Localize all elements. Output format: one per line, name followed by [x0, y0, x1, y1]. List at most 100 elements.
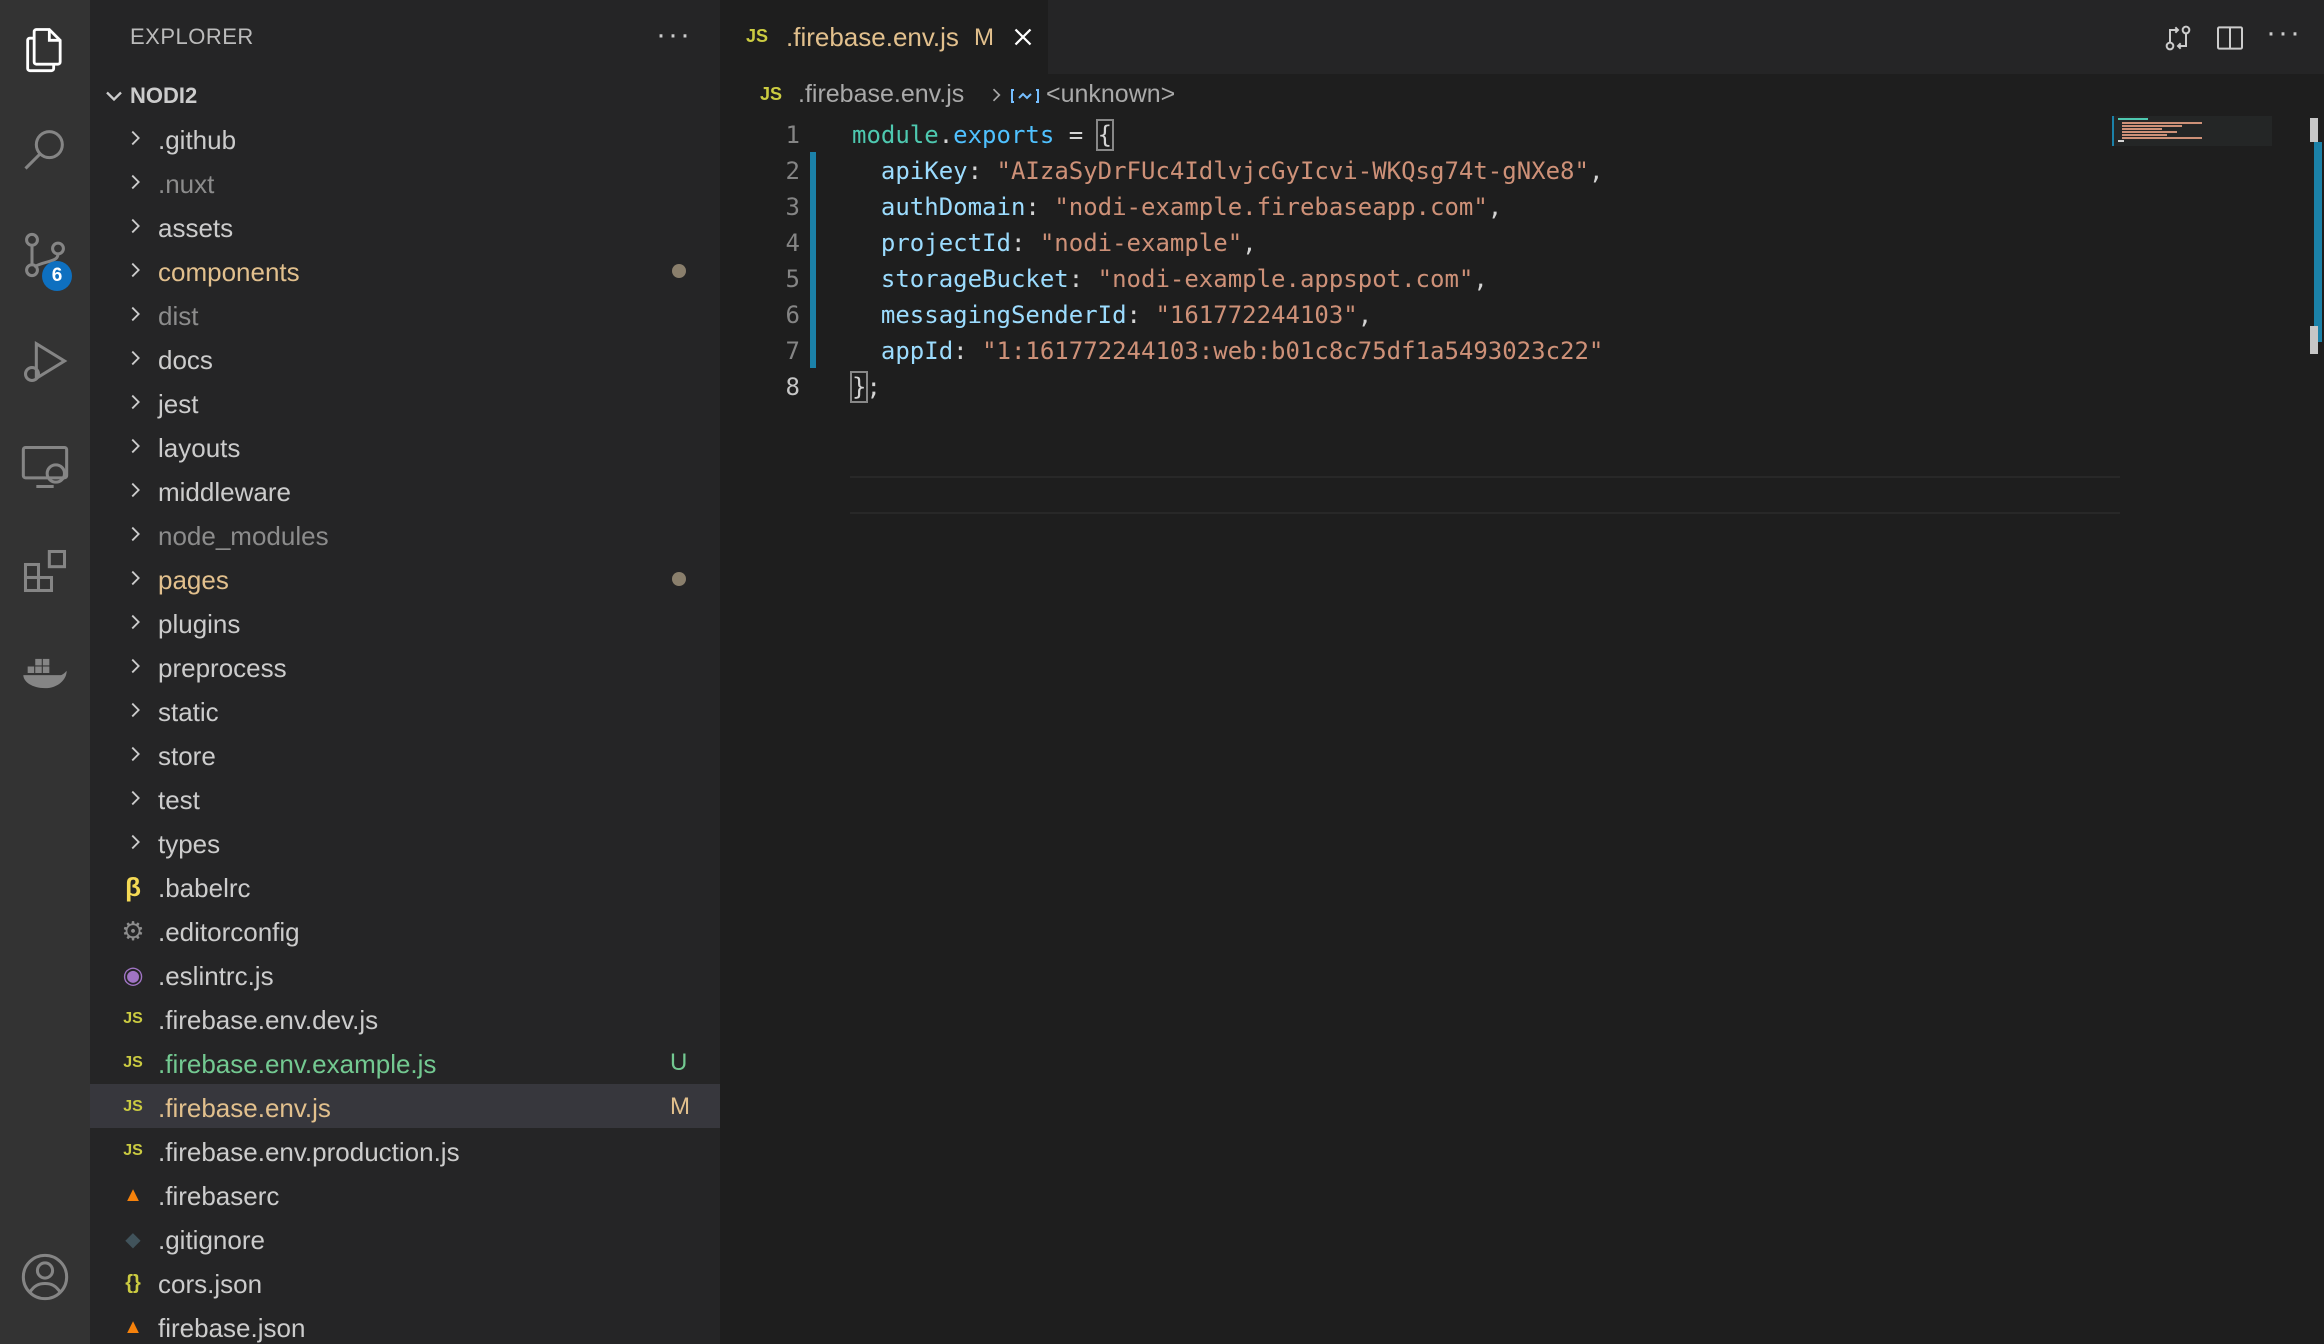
- code-token: "nodi-example": [1039, 229, 1243, 257]
- tab-firebase-env[interactable]: JS .firebase.env.js M: [720, 0, 1048, 74]
- tree-item-label: assets: [158, 213, 234, 243]
- js-icon: JS: [123, 1054, 143, 1071]
- tree-folder[interactable]: test: [90, 776, 720, 820]
- tree-item-label: node_modules: [158, 521, 329, 551]
- explorer-files-icon[interactable]: [0, 4, 90, 94]
- tree-folder[interactable]: .github: [90, 116, 720, 160]
- code-token: }: [849, 371, 869, 403]
- tree-item-label: layouts: [158, 433, 241, 463]
- tree-file[interactable]: ⚙ .editorconfig: [90, 908, 720, 952]
- chevron-right-icon: [992, 88, 1001, 102]
- git-status-badge: M: [670, 1093, 690, 1120]
- chevron-right-icon: [131, 526, 140, 542]
- js-icon: JS: [760, 84, 783, 104]
- account-icon[interactable]: [0, 1232, 90, 1322]
- line-number: 2: [785, 157, 800, 185]
- tree-folder[interactable]: middleware: [90, 468, 720, 512]
- close-icon[interactable]: [1008, 22, 1038, 52]
- breadcrumb-file[interactable]: .firebase.env.js: [798, 80, 964, 109]
- tab-bar: JS .firebase.env.js M ···: [720, 0, 2324, 74]
- line-source: messagingSenderId: "161772244103",: [852, 301, 1372, 329]
- chevron-right-icon: [131, 130, 140, 146]
- tree-folder[interactable]: docs: [90, 336, 720, 380]
- chevron-right-icon: [131, 394, 140, 410]
- code-token: ,: [1588, 157, 1604, 185]
- code-token: ;: [866, 373, 881, 401]
- tree-item-label: firebase.json: [158, 1313, 306, 1343]
- breadcrumb-symbol[interactable]: <unknown>: [1046, 80, 1175, 109]
- tree-file[interactable]: JS .firebase.env.production.js: [90, 1128, 720, 1172]
- line-number: 8: [785, 373, 800, 401]
- tree-file[interactable]: JS .firebase.env.js M: [90, 1084, 720, 1128]
- line-number: 5: [785, 265, 800, 293]
- code-token: :: [967, 157, 997, 185]
- code-token: storageBucket: [880, 265, 1069, 293]
- split-editor-icon[interactable]: [2214, 22, 2246, 54]
- code-line: 7 appId: "1:161772244103:web:b01c8c75df1…: [720, 332, 2120, 368]
- tree-folder[interactable]: pages: [90, 556, 720, 600]
- tree-item-label: docs: [158, 345, 213, 375]
- tree-file[interactable]: ▲ .firebaserc: [90, 1172, 720, 1216]
- tree-folder[interactable]: jest: [90, 380, 720, 424]
- minimap[interactable]: [2112, 116, 2272, 146]
- run-debug-icon[interactable]: [0, 316, 90, 406]
- tree-folder[interactable]: components: [90, 248, 720, 292]
- chevron-right-icon: [131, 262, 140, 278]
- tree-folder[interactable]: node_modules: [90, 512, 720, 556]
- code-line: 2 apiKey: "AIzaSyDrFUc4IdlvjcGyIcvi-WKQs…: [720, 152, 2120, 188]
- breadcrumb: JS .firebase.env.js <unknown>: [720, 74, 2324, 116]
- line-number: 7: [785, 337, 800, 365]
- tree-folder[interactable]: preprocess: [90, 644, 720, 688]
- tree-item-label: .nuxt: [158, 169, 215, 199]
- line-source: apiKey: "AIzaSyDrFUc4IdlvjcGyIcvi-WKQsg7…: [852, 157, 1603, 185]
- tree-folder[interactable]: layouts: [90, 424, 720, 468]
- vertical-scrollbar[interactable]: [2302, 116, 2324, 1344]
- chevron-right-icon: [131, 746, 140, 762]
- tree-folder[interactable]: static: [90, 688, 720, 732]
- line-source: module.exports = {: [852, 119, 1115, 151]
- tree-folder[interactable]: .nuxt: [90, 160, 720, 204]
- firebase-icon: ▲: [123, 1183, 143, 1206]
- tree-folder[interactable]: types: [90, 820, 720, 864]
- chevron-right-icon: [131, 570, 140, 586]
- tree-file[interactable]: β .babelrc: [90, 864, 720, 908]
- tree-item-label: jest: [158, 389, 199, 419]
- tree-item-label: .firebase.env.production.js: [158, 1137, 460, 1167]
- code-token: exports: [953, 121, 1055, 149]
- remote-explorer-icon[interactable]: [0, 422, 90, 512]
- project-root[interactable]: NODI2: [90, 76, 720, 116]
- code-token: projectId: [880, 229, 1011, 257]
- tree-file[interactable]: JS .firebase.env.dev.js: [90, 996, 720, 1040]
- explorer-header: EXPLORER ···: [90, 0, 720, 76]
- explorer-more-button[interactable]: ···: [656, 18, 692, 52]
- code-line: 6 messagingSenderId: "161772244103",: [720, 296, 2120, 332]
- tree-file[interactable]: ◆ .gitignore: [90, 1216, 720, 1260]
- chevron-right-icon: [131, 306, 140, 322]
- tree-file[interactable]: ▲ firebase.json: [90, 1304, 720, 1344]
- code-line: 5 storageBucket: "nodi-example.appspot.c…: [720, 260, 2120, 296]
- search-icon[interactable]: [0, 104, 90, 194]
- open-changes-icon[interactable]: [2162, 22, 2194, 54]
- code-line: 4 projectId: "nodi-example",: [720, 224, 2120, 260]
- source-control-icon[interactable]: [0, 210, 90, 300]
- code-token: ,: [1473, 265, 1488, 293]
- tree-folder[interactable]: dist: [90, 292, 720, 336]
- json-icon: {}: [125, 1271, 141, 1294]
- tree-item-label: static: [158, 697, 219, 727]
- tree-item-label: .firebase.env.dev.js: [158, 1005, 379, 1035]
- editor-more-button[interactable]: ···: [2266, 16, 2302, 50]
- docker-icon[interactable]: [0, 628, 90, 718]
- tree-item-label: .firebaserc: [158, 1181, 280, 1211]
- code-token: apiKey: [880, 157, 968, 185]
- tree-folder[interactable]: assets: [90, 204, 720, 248]
- code-token: ,: [1242, 229, 1257, 257]
- tree-file[interactable]: ◉ .eslintrc.js: [90, 952, 720, 996]
- tree-folder[interactable]: store: [90, 732, 720, 776]
- tree-file[interactable]: {} cors.json: [90, 1260, 720, 1304]
- eslint-icon: ◉: [122, 961, 144, 989]
- tree-folder[interactable]: plugins: [90, 600, 720, 644]
- explorer-sidebar: EXPLORER ··· NODI2 .github .nuxt assets com…: [90, 0, 720, 1344]
- extensions-icon[interactable]: [0, 526, 90, 616]
- tree-file[interactable]: JS .firebase.env.example.js U: [90, 1040, 720, 1084]
